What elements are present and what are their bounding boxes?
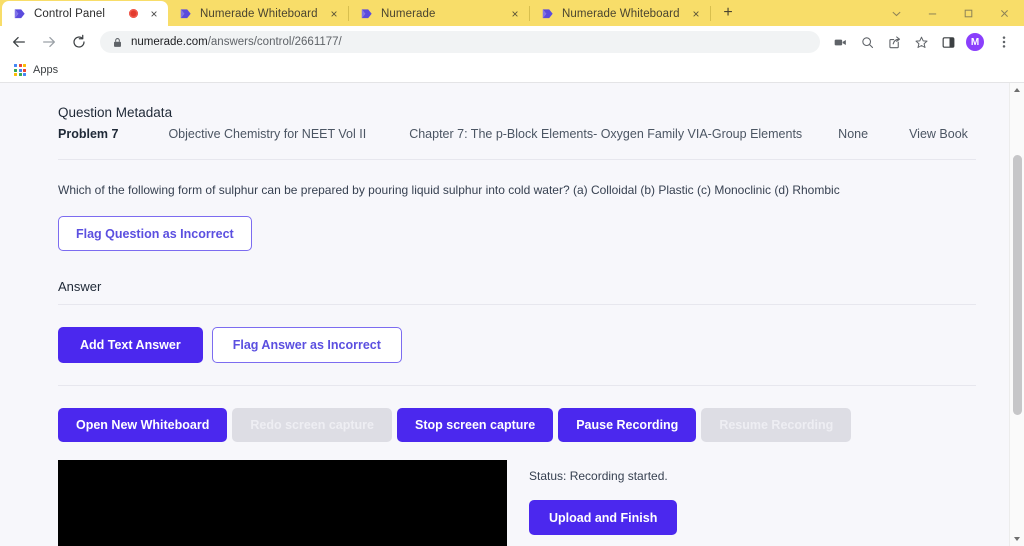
page-content: Question Metadata Problem 7 Objective Ch… <box>0 83 1010 546</box>
question-text: Which of the following form of sulphur c… <box>58 183 840 197</box>
capture-status-column: Status: Recording started. Upload and Fi… <box>529 460 759 546</box>
new-tab-button[interactable]: + <box>715 1 741 25</box>
tab-separator <box>710 6 711 21</box>
page-viewport: Question Metadata Problem 7 Objective Ch… <box>0 83 1024 546</box>
tab-numerade-whiteboard-1[interactable]: Numerade Whiteboard × <box>168 2 348 26</box>
scroll-down-button[interactable] <box>1010 532 1024 546</box>
bookmarks-bar: Apps <box>0 58 1024 83</box>
numerade-control-page: Question Metadata Problem 7 Objective Ch… <box>0 83 1024 546</box>
tab-title: Numerade Whiteboard <box>562 8 680 20</box>
tab-close-button[interactable]: × <box>688 6 704 22</box>
question-metadata-heading: Question Metadata <box>58 105 173 120</box>
recording-divider <box>58 385 976 387</box>
close-icon <box>1000 9 1008 17</box>
reload-icon <box>73 34 85 48</box>
answer-divider <box>58 304 976 306</box>
browser-menu-button[interactable] <box>991 29 1016 55</box>
stop-screen-capture-button[interactable]: Stop screen capture <box>397 408 554 443</box>
forward-button[interactable] <box>36 29 62 55</box>
numerade-favicon <box>14 8 25 18</box>
share-icon <box>889 35 901 48</box>
tab-numerade[interactable]: Numerade × <box>349 2 529 26</box>
problem-number: Problem 7 <box>58 127 119 141</box>
flag-answer-as-incorrect-button[interactable]: Flag Answer as Incorrect <box>211 327 402 364</box>
minimize-icon <box>928 12 936 14</box>
bookmark-star-icon <box>915 36 928 48</box>
add-text-answer-button[interactable]: Add Text Answer <box>58 327 203 364</box>
scroll-up-button[interactable] <box>1010 83 1024 97</box>
three-dot-menu-icon <box>1002 36 1005 48</box>
scroll-down-arrow-icon <box>1014 537 1020 541</box>
window-controls <box>878 0 1024 26</box>
reload-button[interactable] <box>66 29 92 55</box>
maximize-icon <box>964 9 972 17</box>
forward-arrow-icon <box>43 36 55 48</box>
chapter-title: Chapter 7: The p-Block Elements- Oxygen … <box>409 127 803 141</box>
capture-area: Status: Recording started. Upload and Fi… <box>58 460 1010 546</box>
tab-title: Control Panel <box>34 7 105 20</box>
book-title: Objective Chemistry for NEET Vol II <box>168 127 367 141</box>
avatar[interactable]: M <box>966 33 984 51</box>
tab-strip: Control Panel × Numerade Whiteboard × Nu… <box>0 0 1024 26</box>
close-window-button[interactable] <box>986 0 1022 26</box>
bookmark-label: Apps <box>33 64 59 76</box>
back-arrow-icon <box>13 36 25 48</box>
recording-status-text: Status: Recording started. <box>529 469 668 484</box>
maximize-button[interactable] <box>950 0 986 26</box>
redo-screen-capture-button: Redo screen capture <box>232 408 393 443</box>
lock-icon <box>114 37 121 47</box>
tab-close-button[interactable]: × <box>146 6 162 22</box>
tab-control-panel[interactable]: Control Panel × <box>2 1 168 26</box>
question-metadata-row: Problem 7 Objective Chemistry for NEET V… <box>58 127 976 160</box>
bookmark-item-apps[interactable]: Apps <box>8 62 64 78</box>
video-camera-icon <box>834 39 846 45</box>
side-panel-button[interactable] <box>936 29 961 55</box>
address-bar[interactable]: numerade.com/answers/control/2661177/ <box>100 31 820 53</box>
page-scrollbar[interactable] <box>1009 83 1024 546</box>
address-bar-host: numerade.com <box>131 36 208 48</box>
numerade-favicon <box>542 9 553 19</box>
back-button[interactable] <box>6 29 32 55</box>
metadata-none: None <box>838 127 869 141</box>
answer-actions: Add Text Answer Flag Answer as Incorrect <box>58 327 1010 385</box>
apps-grid-icon <box>14 64 26 76</box>
browser-window: Control Panel × Numerade Whiteboard × Nu… <box>0 0 1024 546</box>
chevron-down-icon <box>891 11 901 16</box>
tab-close-button[interactable]: × <box>326 6 342 22</box>
tab-numerade-whiteboard-2[interactable]: Numerade Whiteboard × <box>530 2 710 26</box>
bookmark-star-button[interactable] <box>909 29 934 55</box>
minimize-button[interactable] <box>914 0 950 26</box>
address-bar-url: numerade.com/answers/control/2661177/ <box>131 36 342 48</box>
pause-recording-button[interactable]: Pause Recording <box>558 408 697 443</box>
flag-question-as-incorrect-button[interactable]: Flag Question as Incorrect <box>58 216 252 252</box>
toolbar-icons: M <box>826 29 1016 55</box>
scrollbar-thumb[interactable] <box>1013 155 1022 415</box>
answer-section-title: Answer <box>58 279 102 295</box>
tab-title: Numerade <box>381 8 436 20</box>
view-book-link[interactable]: View Book <box>909 127 968 141</box>
upload-and-finish-button[interactable]: Upload and Finish <box>529 500 678 536</box>
open-new-whiteboard-button[interactable]: Open New Whiteboard <box>58 408 228 443</box>
resume-recording-button: Resume Recording <box>701 408 852 443</box>
search-button[interactable] <box>855 29 880 55</box>
numerade-favicon <box>180 9 191 19</box>
video-camera-button[interactable] <box>828 29 853 55</box>
side-panel-icon <box>942 36 955 48</box>
share-button[interactable] <box>882 29 907 55</box>
tab-close-button[interactable]: × <box>507 6 523 22</box>
address-bar-path: /answers/control/2661177/ <box>207 36 342 48</box>
numerade-favicon <box>361 9 372 19</box>
video-preview <box>58 460 507 546</box>
recording-controls: Open New Whiteboard Redo screen capture … <box>58 408 1010 443</box>
search-icon <box>862 36 874 48</box>
tab-recording-indicator-icon <box>129 9 138 18</box>
browser-toolbar: numerade.com/answers/control/2661177/ M <box>0 26 1024 58</box>
scroll-up-arrow-icon <box>1014 88 1020 92</box>
tab-title: Numerade Whiteboard <box>200 8 318 20</box>
list-all-tabs-button[interactable] <box>878 0 914 26</box>
